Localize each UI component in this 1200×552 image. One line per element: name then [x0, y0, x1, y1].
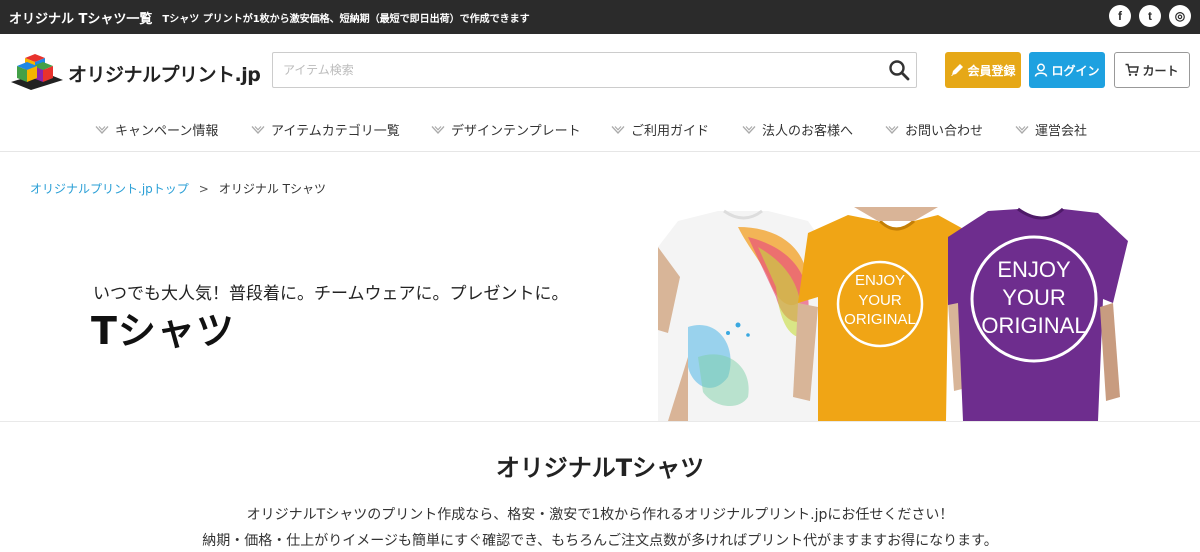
- pencil-icon: [951, 64, 964, 76]
- site-logo[interactable]: オリジナルプリント.jp: [9, 52, 261, 94]
- chevron-down-icon: [95, 125, 109, 134]
- search-box: [272, 52, 917, 88]
- nav-item-label: お問い合わせ: [905, 124, 984, 139]
- chevron-down-icon: [885, 125, 899, 134]
- breadcrumb-home-link[interactable]: オリジナルプリント.jpトップ: [30, 180, 189, 197]
- yellow-shirt-print-enjoy: ENJOY: [855, 272, 905, 289]
- purple-shirt-print-original: ORIGINAL: [981, 313, 1086, 338]
- search-input[interactable]: [273, 53, 873, 87]
- chevron-down-icon: [251, 125, 265, 134]
- chevron-down-icon: [1015, 125, 1029, 134]
- site-header: オリジナルプリント.jp 会員登録 ログイン カート: [0, 34, 1200, 106]
- hero-tshirt-image: ENJOY YOUR ORIGINAL ENJOY YOUR ORIGINAL: [658, 207, 1200, 421]
- breadcrumb: オリジナルプリント.jpトップ > オリジナル Tシャツ: [30, 180, 326, 197]
- nav-item-label: アイテムカテゴリ一覧: [271, 124, 400, 139]
- nav-item-corporate[interactable]: 法人のお客様へ: [742, 120, 853, 139]
- chevron-down-icon: [611, 125, 625, 134]
- page-heading: オリジナル Tシャツ一覧: [9, 11, 153, 27]
- social-links: f t ◎: [1109, 5, 1191, 27]
- cart-button[interactable]: カート: [1114, 52, 1190, 88]
- nav-item-contact[interactable]: お問い合わせ: [885, 120, 983, 139]
- register-label: 会員登録: [967, 63, 1016, 78]
- top-bar: オリジナル Tシャツ一覧 Tシャツ プリントが1枚から激安価格、短納期（最短で即…: [0, 0, 1200, 34]
- intro-text-line-1: オリジナルTシャツのプリント作成なら、格安・激安で1枚から作れるオリジナルプリン…: [246, 507, 954, 523]
- login-button[interactable]: ログイン: [1029, 52, 1105, 88]
- logo-text: オリジナルプリント.jp: [68, 63, 261, 86]
- register-button[interactable]: 会員登録: [945, 52, 1021, 88]
- nav-item-guide[interactable]: ご利用ガイド: [611, 120, 709, 139]
- nav-item-label: キャンペーン情報: [115, 124, 219, 139]
- hero-divider: [0, 421, 1200, 422]
- intro-text-line-2: 納期・価格・仕上がりイメージも簡単にすぐ確認でき、もちろんご注文点数が多ければプ…: [202, 533, 998, 549]
- chevron-down-icon: [742, 125, 756, 134]
- chevron-down-icon: [431, 125, 445, 134]
- nav-item-label: デザインテンプレート: [451, 124, 581, 139]
- cart-label: カート: [1142, 63, 1179, 78]
- instagram-icon[interactable]: ◎: [1169, 5, 1191, 27]
- nav-item-label: 法人のお客様へ: [762, 124, 854, 139]
- twitter-icon[interactable]: t: [1139, 5, 1161, 27]
- nav-item-campaign[interactable]: キャンペーン情報: [95, 120, 218, 139]
- user-icon: [1035, 63, 1048, 77]
- search-icon[interactable]: [888, 59, 910, 81]
- cart-icon: [1125, 63, 1140, 76]
- intro-title: オリジナルTシャツ: [495, 454, 705, 482]
- nav-item-label: 運営会社: [1035, 124, 1088, 139]
- yellow-shirt-print-original: ORIGINAL: [844, 311, 916, 328]
- breadcrumb-separator: >: [198, 181, 209, 196]
- hero-title: Tシャツ: [91, 309, 235, 353]
- facebook-icon[interactable]: f: [1109, 5, 1131, 27]
- purple-shirt-print-your: YOUR: [1002, 285, 1066, 310]
- purple-shirt-print-enjoy: ENJOY: [997, 257, 1071, 282]
- nav-item-categories[interactable]: アイテムカテゴリ一覧: [251, 120, 400, 139]
- nav-item-templates[interactable]: デザインテンプレート: [431, 120, 581, 139]
- nav-item-company[interactable]: 運営会社: [1015, 120, 1087, 139]
- nav-item-label: ご利用ガイド: [631, 124, 710, 139]
- login-label: ログイン: [1051, 63, 1100, 78]
- main-nav: キャンペーン情報 アイテムカテゴリ一覧 デザインテンプレート ご利用ガイド 法人…: [0, 106, 1200, 152]
- logo-cube-icon: [11, 54, 63, 90]
- breadcrumb-current: オリジナル Tシャツ: [218, 182, 326, 196]
- yellow-shirt-print-your: YOUR: [858, 292, 902, 309]
- page-description: Tシャツ プリントが1枚から激安価格、短納期（最短で即日出荷）で作成できます: [162, 13, 530, 25]
